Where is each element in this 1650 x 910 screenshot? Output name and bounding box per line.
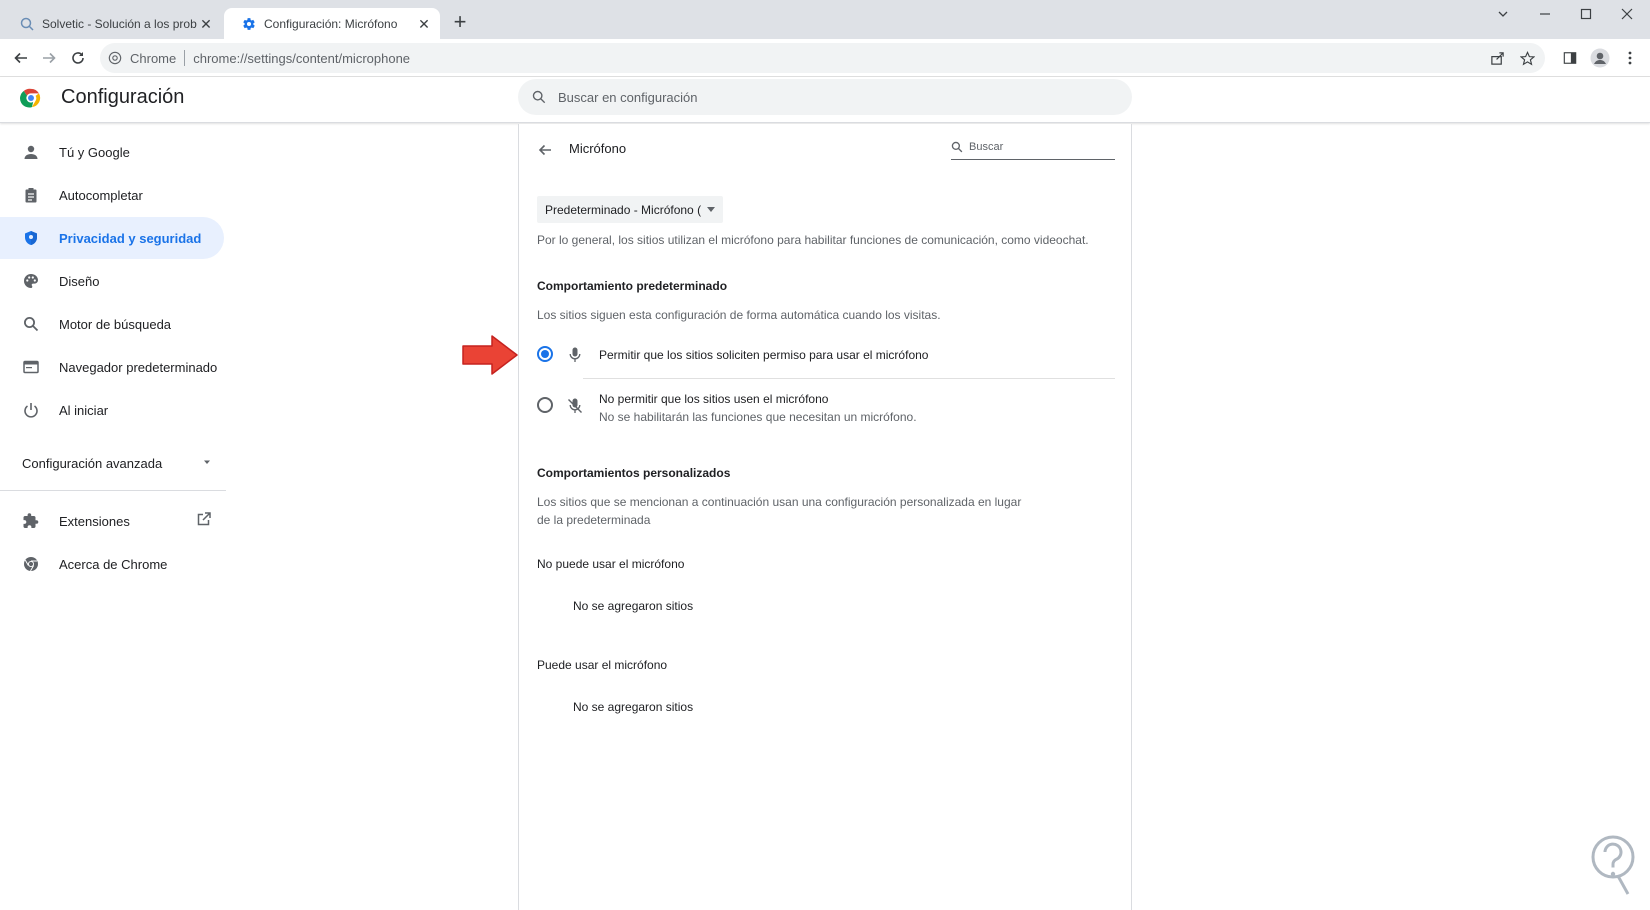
more-menu-icon[interactable] (1620, 48, 1640, 68)
sidebar-item-label: Motor de búsqueda (59, 316, 172, 332)
solvetic-watermark-icon (1590, 834, 1636, 898)
sidebar-item-label: Privacidad y seguridad (59, 230, 202, 246)
chrome-small-icon (108, 51, 122, 65)
advanced-settings-toggle[interactable]: Configuración avanzada (22, 449, 212, 477)
option-divider (583, 378, 1115, 379)
allowed-sites-heading: Puede usar el micrófono (537, 658, 668, 672)
settings-search-placeholder: Buscar en configuración (558, 89, 698, 105)
close-tab-icon[interactable]: ✕ (416, 16, 432, 32)
back-arrow-icon[interactable] (8, 45, 34, 71)
option-block-label: No permitir que los sitios usen el micró… (599, 390, 917, 426)
maximize-icon[interactable] (1566, 2, 1606, 26)
sidebar-item-on-startup[interactable]: Al iniciar (0, 389, 224, 431)
reload-icon[interactable] (65, 45, 91, 71)
sidebar-item-label: Navegador predeterminado (59, 359, 218, 375)
subpage-search-placeholder: Buscar (969, 140, 1004, 153)
gear-favicon-icon (242, 17, 256, 31)
forward-arrow-icon[interactable] (36, 45, 62, 71)
magnifier-favicon-icon (20, 17, 34, 31)
sidebar-item-label: Autocompletar (59, 187, 143, 203)
palette-icon (21, 271, 41, 291)
device-select-value: Predeterminado - Micrófono ( (545, 202, 702, 217)
site-info-chip[interactable]: Chrome (108, 51, 176, 66)
search-icon (951, 141, 963, 153)
chrome-outline-icon (21, 554, 41, 574)
microphone-intro-text: Por lo general, los sitios utilizan el m… (537, 233, 1089, 247)
browser-icon (21, 357, 41, 377)
default-behavior-heading: Comportamiento predeterminado (537, 279, 728, 293)
blocked-sites-empty: No se agregaron sitios (573, 599, 694, 613)
bookmark-star-icon[interactable] (1517, 48, 1537, 68)
custom-behaviors-desc: Los sitios que se mencionan a continuaci… (537, 495, 1022, 527)
sidebar-item-about-chrome[interactable]: Acerca de Chrome (0, 543, 224, 585)
profile-avatar-icon[interactable] (1590, 48, 1610, 68)
close-tab-icon[interactable]: ✕ (198, 16, 214, 32)
subpage-search-input[interactable]: Buscar (951, 134, 1115, 160)
tab-strip: Solvetic - Solución a los problem ✕ Conf… (0, 0, 1650, 39)
sidebar-item-extensions[interactable]: Extensiones (0, 500, 224, 542)
search-icon (532, 90, 546, 104)
search-icon (21, 314, 41, 334)
sidebar-item-search-engine[interactable]: Motor de búsqueda (0, 303, 224, 345)
sidebar-item-privacy-security[interactable]: Privacidad y seguridad (0, 217, 224, 259)
microphone-settings-card: Micrófono Buscar Predeterminado - Micróf… (518, 124, 1132, 910)
side-panel-icon[interactable] (1560, 48, 1580, 68)
option-block-subtitle: No se habilitarán las funciones que nece… (599, 410, 917, 424)
sidebar-item-label: Diseño (59, 273, 100, 289)
person-icon (21, 142, 41, 162)
external-link-icon (196, 511, 212, 527)
radio-button-checked[interactable] (537, 346, 553, 362)
sidebar-item-label: Acerca de Chrome (59, 556, 168, 572)
omnibox-separator (184, 50, 186, 66)
settings-header: Configuración Buscar en configuración (0, 77, 1650, 123)
blocked-sites-heading: No puede usar el micrófono (537, 557, 685, 571)
sidebar-item-label: Al iniciar (59, 402, 109, 418)
sidebar-item-autofill[interactable]: Autocompletar (0, 174, 224, 216)
advanced-settings-label: Configuración avanzada (22, 455, 163, 471)
microphone-device-select[interactable]: Predeterminado - Micrófono ( (537, 196, 724, 223)
power-icon (21, 400, 41, 420)
address-bar[interactable]: Chrome chrome://settings/content/microph… (100, 43, 1545, 73)
sidebar-item-default-browser[interactable]: Navegador predeterminado (0, 346, 224, 388)
sidebar-divider (0, 490, 226, 491)
back-arrow-icon[interactable] (533, 138, 557, 162)
red-arrow-annotation-icon (462, 335, 518, 375)
settings-sidebar: Tú y Google Autocompletar Privacidad y s… (0, 124, 228, 910)
sidebar-item-label: Tú y Google (59, 144, 130, 160)
close-window-icon[interactable] (1607, 2, 1647, 26)
tab-settings-microphone[interactable]: Configuración: Micrófono ✕ (224, 8, 440, 39)
radio-option-allow-ask[interactable]: Permitir que los sitios soliciten permis… (537, 346, 1115, 364)
sidebar-item-appearance[interactable]: Diseño (0, 260, 224, 302)
option-allow-label: Permitir que los sitios soliciten permis… (599, 348, 929, 362)
share-icon[interactable] (1487, 48, 1507, 68)
tab-title: Configuración: Micrófono (264, 16, 398, 31)
minimize-icon[interactable] (1525, 2, 1565, 26)
default-behavior-desc: Los sitios siguen esta configuración de … (537, 308, 941, 322)
url-text: chrome://settings/content/microphone (193, 50, 411, 66)
site-chip-label: Chrome (130, 50, 177, 66)
clipboard-icon (21, 185, 41, 205)
sidebar-item-label: Extensiones (59, 513, 130, 529)
settings-search-input[interactable]: Buscar en configuración (518, 79, 1132, 115)
custom-behaviors-heading: Comportamientos personalizados (537, 466, 731, 480)
option-block-title: No permitir que los sitios usen el micró… (599, 392, 829, 406)
allowed-sites-empty: No se agregaron sitios (573, 700, 694, 714)
microphone-off-icon (565, 397, 585, 415)
puzzle-icon (21, 511, 41, 531)
shield-icon (21, 228, 41, 248)
subpage-title: Micrófono (569, 141, 627, 156)
chevron-down-icon (202, 455, 212, 470)
new-tab-button[interactable]: + (448, 11, 472, 35)
chrome-logo-icon (20, 87, 42, 109)
radio-button-unchecked[interactable] (537, 397, 553, 413)
tab-title: Solvetic - Solución a los problem (42, 16, 197, 31)
dropdown-arrow-icon (707, 207, 716, 212)
page-title: Configuración (61, 86, 185, 108)
tab-solvetic[interactable]: Solvetic - Solución a los problem ✕ (2, 8, 222, 39)
tab-search-icon[interactable] (1483, 2, 1523, 26)
browser-toolbar: Chrome chrome://settings/content/microph… (0, 39, 1650, 77)
radio-option-block[interactable]: No permitir que los sitios usen el micró… (537, 390, 1115, 426)
sidebar-item-you-and-google[interactable]: Tú y Google (0, 131, 224, 173)
microphone-icon (565, 346, 585, 364)
